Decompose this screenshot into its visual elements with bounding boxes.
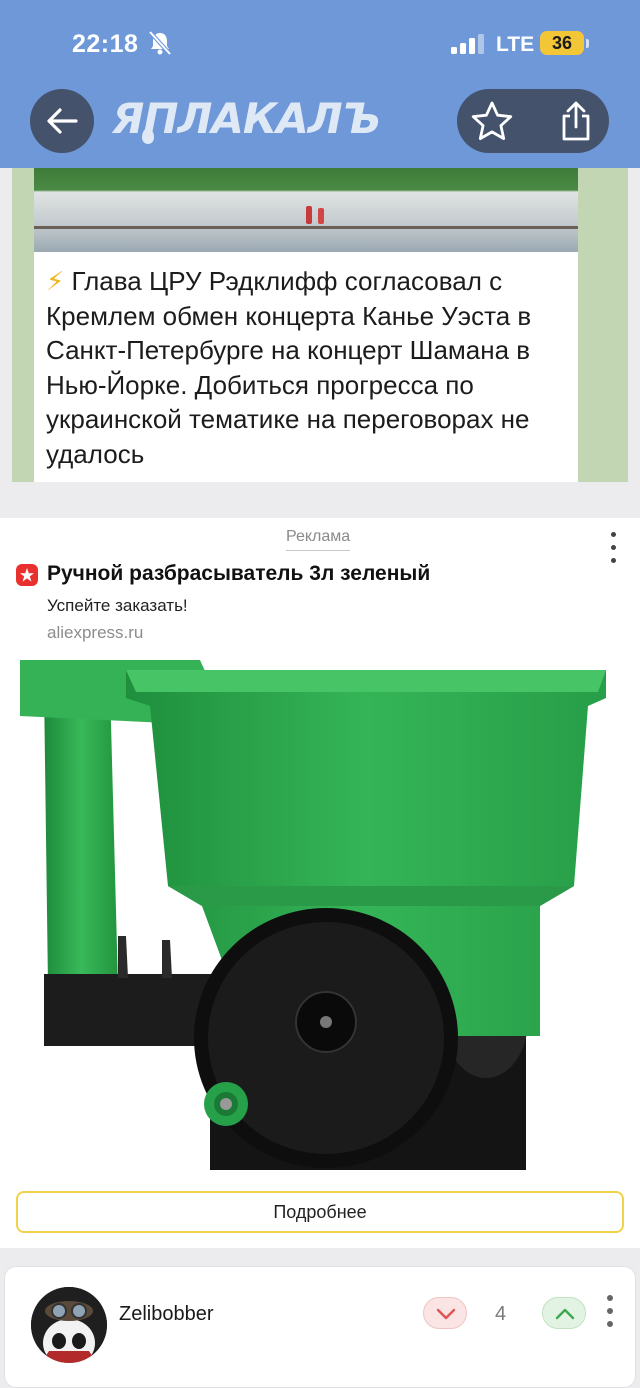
status-time: 22:18	[72, 30, 139, 58]
post-content: ⚡ Глава ЦРУ Рэдклифф согласовал с Кремле…	[34, 168, 578, 482]
ad-subtitle: Успейте заказать!	[47, 596, 188, 615]
photo-barrier	[34, 226, 578, 229]
vote-count: 4	[495, 1303, 507, 1325]
spreader-illustration	[20, 660, 606, 1170]
photo-figure	[306, 206, 312, 224]
panda-avatar-icon	[31, 1287, 107, 1363]
feed-divider	[0, 1248, 640, 1268]
network-type: LTE	[496, 33, 535, 56]
signal-icon	[451, 34, 484, 54]
logo-drop-icon	[142, 128, 154, 144]
ad-details-button[interactable]: Подробнее	[16, 1191, 624, 1233]
ad-more-menu-icon[interactable]	[608, 532, 618, 566]
photo-figure	[318, 208, 324, 224]
back-button[interactable]	[30, 89, 94, 153]
ad-domain[interactable]: aliexpress.ru	[47, 623, 143, 643]
news-photo	[34, 168, 578, 252]
share-icon[interactable]	[556, 100, 596, 142]
chevron-up-icon	[555, 1308, 575, 1320]
battery-indicator: 36	[540, 31, 584, 55]
bell-muted-icon	[148, 30, 172, 56]
ad-title[interactable]: Ручной разбрасыватель 3л зеленый	[47, 562, 430, 586]
battery-tip	[586, 39, 589, 48]
star-icon[interactable]	[470, 100, 514, 142]
post-image[interactable]: ⚡ Глава ЦРУ Рэдклифф согласовал с Кремле…	[12, 168, 628, 482]
comment-more-menu-icon[interactable]	[605, 1295, 615, 1335]
downvote-button[interactable]	[423, 1297, 467, 1329]
chevron-down-icon	[436, 1308, 456, 1320]
lightning-icon: ⚡	[46, 266, 65, 296]
feed-divider	[0, 482, 640, 518]
back-arrow-icon	[47, 108, 78, 134]
ad-card[interactable]: Реклама Ручной разбрасыватель 3л зеленый…	[0, 518, 640, 1248]
ad-product-image[interactable]	[0, 656, 640, 1170]
post-body: Глава ЦРУ Рэдклифф согласовал с Кремлем …	[46, 266, 532, 469]
user-avatar[interactable]	[31, 1287, 107, 1363]
post-text: ⚡ Глава ЦРУ Рэдклифф согласовал с Кремле…	[46, 264, 576, 471]
app-header: 22:18 LTE 36 ЯПЛАКАЛЪ	[0, 0, 640, 168]
comment-username[interactable]: Zelibobber	[119, 1303, 214, 1326]
upvote-button[interactable]	[542, 1297, 586, 1329]
ad-label: Реклама	[286, 528, 351, 551]
aliexpress-logo-icon	[16, 564, 38, 586]
comment-card: Zelibobber 4	[4, 1266, 636, 1388]
